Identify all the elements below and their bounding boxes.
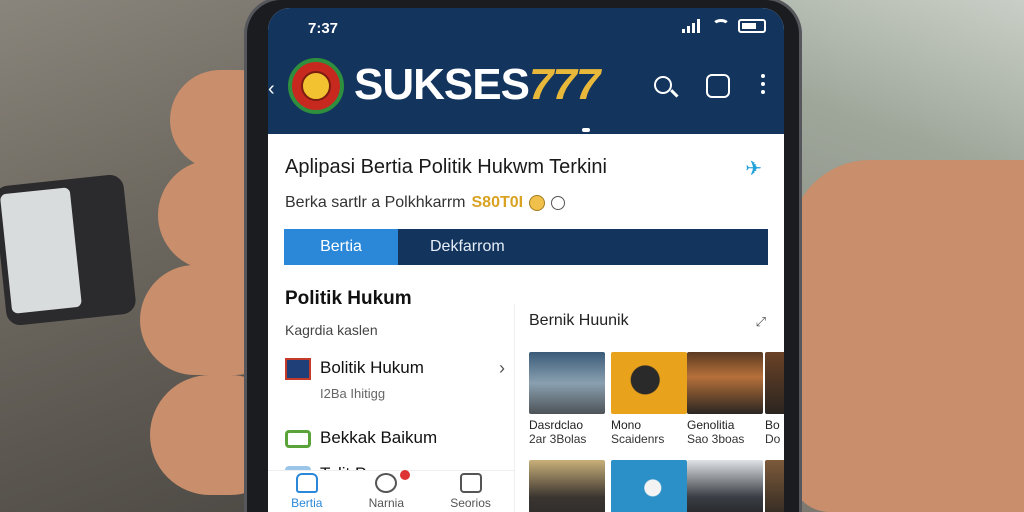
- nav-item-seorios[interactable]: Seorios: [450, 473, 491, 510]
- list-item-label: Bekkak Baikum: [320, 428, 438, 447]
- background-device: [0, 173, 137, 327]
- chevron-right-icon: ›: [499, 358, 505, 378]
- right-panel: Bernik Huunik ⤢ Dasrdclao 2ar 3Bolas Mon…: [514, 304, 784, 512]
- bell-icon: [375, 473, 398, 493]
- more-options-button[interactable]: [760, 74, 766, 100]
- news-card[interactable]: Genolitia Sao 3boas: [687, 352, 765, 446]
- pin-icon[interactable]: ✈: [745, 156, 762, 181]
- list-item-label: Bolitik Hukum: [320, 358, 424, 377]
- brand-number: 777: [528, 60, 600, 109]
- app-header: 7:37 ‹ SUKSES777: [268, 8, 784, 134]
- wifi-icon: [712, 19, 730, 33]
- news-card-subtitle: Sao 3boas: [687, 432, 745, 446]
- news-card-title: Bo: [765, 418, 780, 432]
- status-icons: [682, 19, 766, 33]
- list-item[interactable]: Bekkak Baikum: [285, 426, 505, 456]
- brand-text: SUKSES: [354, 60, 530, 109]
- search-button[interactable]: [652, 74, 678, 100]
- emoji-face-icon: [529, 195, 546, 211]
- left-panel-subheading: Kagrdia kaslen: [285, 322, 378, 338]
- brand-title: SUKSES777: [354, 60, 600, 112]
- scroll-indicator: [582, 128, 590, 132]
- clock-icon: [551, 196, 566, 210]
- nav-item-bertia[interactable]: Bertia: [291, 473, 322, 510]
- left-panel-heading: Politik Hukum: [285, 288, 412, 309]
- news-card-image: [765, 352, 784, 414]
- news-card-title: Dasrdclao: [529, 418, 584, 432]
- app-logo: [288, 58, 344, 114]
- notification-badge: [400, 470, 410, 480]
- news-card[interactable]: [765, 460, 784, 512]
- tab-dekfarrom[interactable]: Dekfarrom: [398, 229, 768, 265]
- news-card-image: [529, 352, 605, 414]
- share-button[interactable]: [706, 74, 732, 100]
- news-card[interactable]: [529, 460, 607, 512]
- page-title: Aplipasi Bertia Politik Hukwm Terkini: [285, 156, 607, 178]
- status-time: 7:37: [308, 20, 339, 37]
- search-icon: [654, 76, 672, 94]
- news-card[interactable]: Bo Do: [765, 352, 784, 446]
- left-panel: Politik Hukum Kagrdia kaslen Bolitik Huk…: [268, 276, 514, 482]
- back-chevron-icon[interactable]: ‹: [268, 78, 275, 101]
- nav-item-label: Narnia: [368, 496, 404, 510]
- news-card-subtitle: Do: [765, 432, 781, 446]
- news-card-subtitle: Scaidenrs: [611, 432, 665, 446]
- news-card-image: [687, 352, 763, 414]
- news-card[interactable]: [687, 460, 765, 512]
- news-card-image: [529, 460, 605, 512]
- right-panel-heading: Bernik Huunik: [529, 312, 629, 329]
- list-item-meta: I2Ba Ihitigg: [320, 386, 386, 401]
- news-card-image: [611, 460, 687, 512]
- nav-item-label: Seorios: [450, 496, 491, 510]
- news-card[interactable]: [611, 460, 689, 512]
- news-card-subtitle: 2ar 3Bolas: [529, 432, 587, 446]
- news-card[interactable]: Mono Scaidenrs: [611, 352, 689, 446]
- news-card-image: [765, 460, 784, 512]
- header-actions: [652, 74, 766, 100]
- bottom-navigation: Bertia Narnia Seorios: [268, 470, 514, 512]
- list-item[interactable]: Bolitik Hukum I2Ba Ihitigg ›: [285, 356, 505, 406]
- palm: [790, 160, 1024, 512]
- monitor-icon: [285, 430, 311, 448]
- news-card[interactable]: Dasrdclao 2ar 3Bolas: [529, 352, 607, 446]
- status-bar: 7:37: [268, 8, 784, 48]
- news-card-image: [611, 352, 687, 414]
- news-card-image: [687, 460, 763, 512]
- tab-bar: Bertia Dekfarrom: [284, 229, 768, 265]
- background-device-screen: [0, 187, 83, 314]
- nav-item-label: Bertia: [291, 496, 323, 510]
- home-icon: [295, 473, 318, 493]
- tab-bertia[interactable]: Bertia: [284, 229, 398, 265]
- signal-icon: [682, 19, 704, 33]
- nav-item-narnia[interactable]: Narnia: [368, 470, 410, 510]
- news-logo-icon: [285, 358, 311, 380]
- subtitle-text: Berka sartlr a Polkhkarrm: [285, 194, 466, 211]
- phone-screen: 7:37 ‹ SUKSES777 Aplipasi Bertia Politik…: [268, 8, 784, 512]
- expand-icon[interactable]: ⤢: [756, 314, 766, 330]
- battery-icon: [738, 19, 766, 33]
- subtitle-code: S80T0I: [471, 194, 524, 211]
- news-card-title: Mono: [611, 418, 642, 432]
- chat-icon: [459, 473, 482, 493]
- page-subtitle: Berka sartlr a Polkhkarrm S80T0I: [285, 194, 566, 212]
- share-icon: [706, 74, 730, 98]
- news-card-title: Genolitia: [687, 418, 735, 432]
